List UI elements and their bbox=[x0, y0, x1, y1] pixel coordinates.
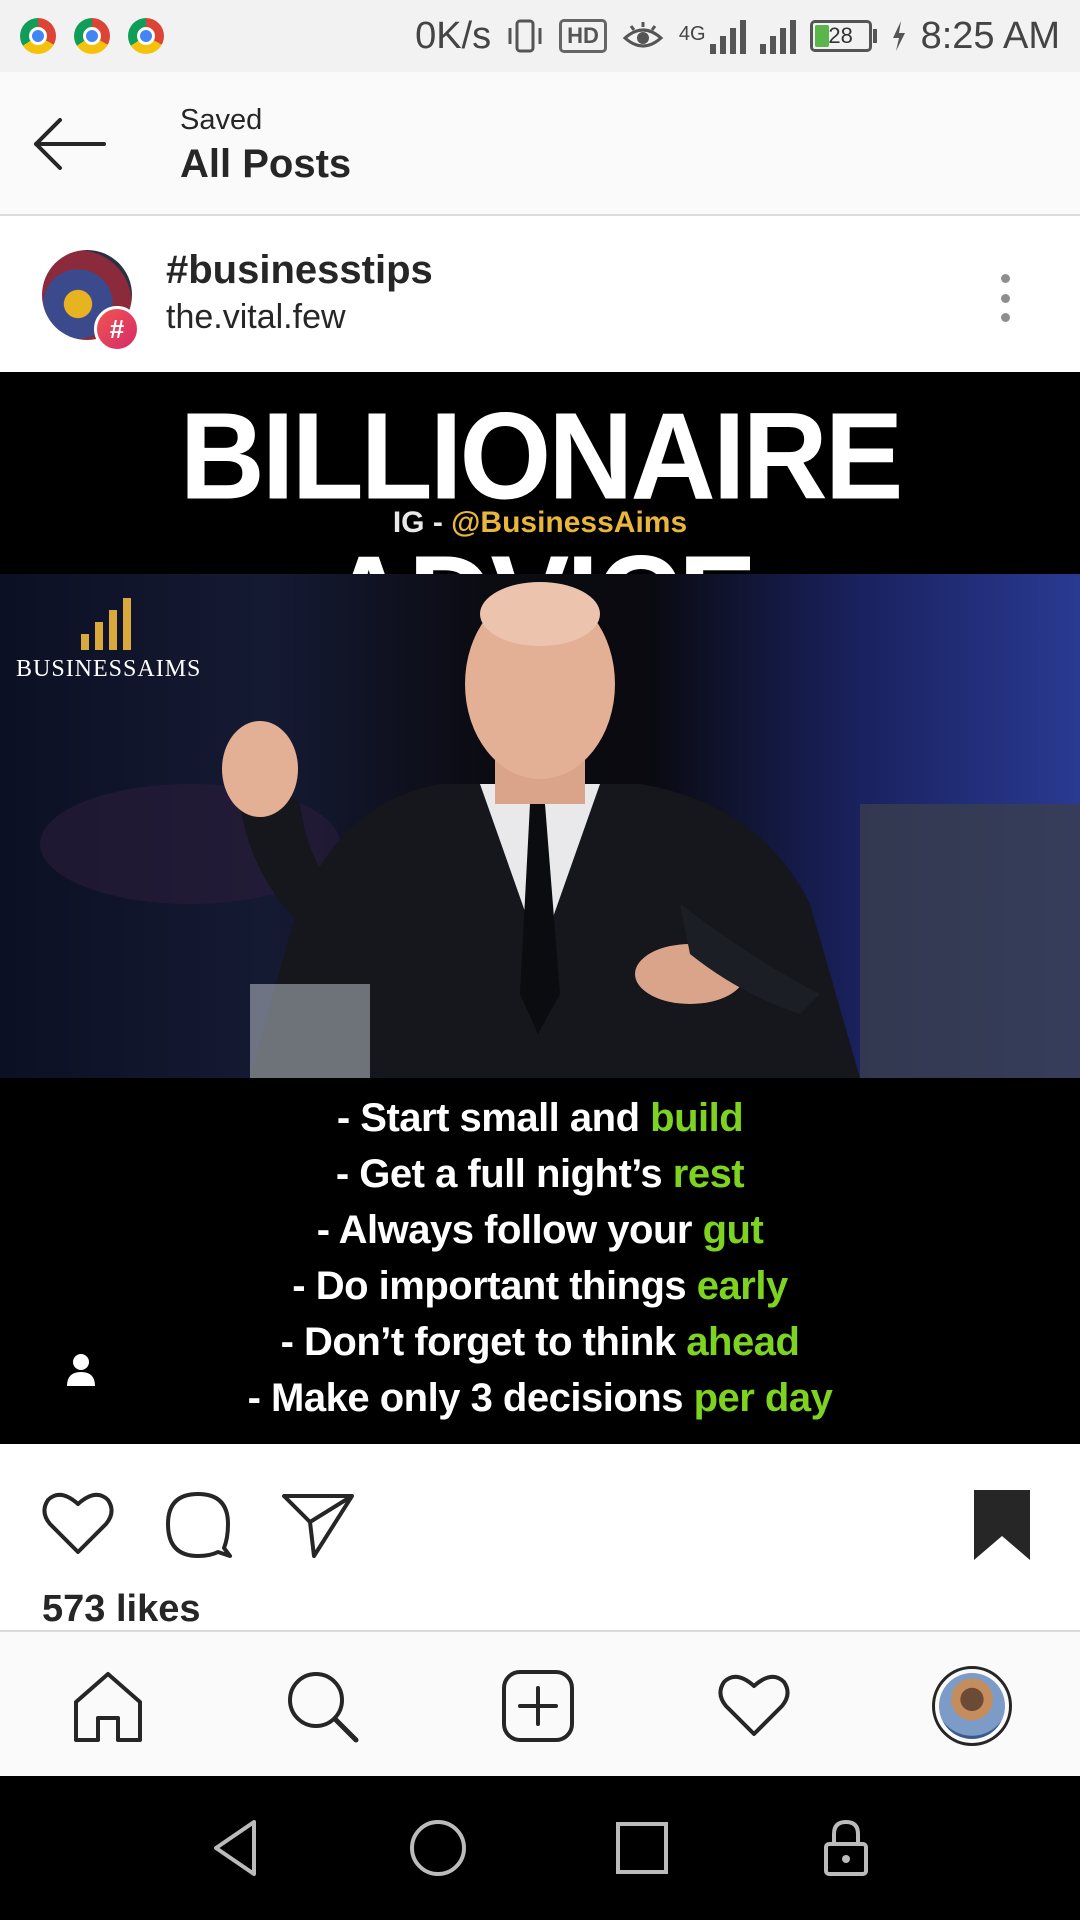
post-hashtag[interactable]: #businesstips bbox=[166, 248, 433, 293]
app-header: Saved All Posts bbox=[0, 72, 1080, 216]
more-options-icon[interactable] bbox=[990, 268, 1020, 328]
signal-icon bbox=[759, 18, 796, 54]
brand-logo-text: BUSINESSAIMS bbox=[16, 656, 202, 682]
post-header: # #businesstips the.vital.few bbox=[0, 218, 1080, 372]
ig-handle: @BusinessAims bbox=[451, 506, 688, 539]
battery-icon: 28 bbox=[809, 20, 877, 52]
system-nav-bar bbox=[0, 1776, 1080, 1920]
home-circle-icon[interactable] bbox=[406, 1816, 470, 1880]
battery-level: 28 bbox=[828, 23, 853, 48]
advice-item: - Start small and build bbox=[336, 1096, 744, 1140]
system-indicators: 0K/s HD 4G 28 8:25 AM bbox=[415, 15, 1060, 58]
status-bar: 0K/s HD 4G 28 8:25 AM bbox=[0, 0, 1080, 72]
tagged-user-icon[interactable] bbox=[66, 1352, 96, 1388]
post-username[interactable]: the.vital.few bbox=[166, 298, 346, 337]
comment-icon[interactable] bbox=[160, 1486, 236, 1562]
back-arrow-icon bbox=[34, 118, 106, 170]
network-type: 4G bbox=[678, 22, 706, 45]
advice-item: - Do important things early bbox=[292, 1264, 788, 1308]
advice-item: - Don’t forget to think ahead bbox=[280, 1320, 800, 1364]
image-photo: BUSINESSAIMS bbox=[0, 574, 1080, 1078]
signal-icon bbox=[709, 18, 746, 54]
back-triangle-icon[interactable] bbox=[206, 1816, 270, 1880]
likes-count[interactable]: 573 likes bbox=[42, 1588, 200, 1631]
hashtag-avatar[interactable]: # bbox=[42, 250, 142, 352]
hashtag-badge-icon: # bbox=[94, 306, 140, 352]
header-subtitle: Saved bbox=[180, 104, 263, 136]
profile-avatar[interactable] bbox=[932, 1666, 1012, 1746]
home-icon[interactable] bbox=[70, 1668, 146, 1744]
heart-icon[interactable] bbox=[716, 1668, 792, 1744]
lock-icon[interactable] bbox=[814, 1816, 878, 1880]
brand-logo: BUSINESSAIMS bbox=[16, 592, 202, 683]
back-button[interactable] bbox=[28, 116, 112, 172]
bottom-nav bbox=[0, 1630, 1080, 1776]
paper-plane-icon[interactable] bbox=[280, 1486, 356, 1562]
heart-icon[interactable] bbox=[40, 1486, 116, 1562]
recents-square-icon[interactable] bbox=[610, 1816, 674, 1880]
image-ig-credit: IG - @BusinessAims bbox=[0, 506, 1080, 540]
post-actions bbox=[0, 1444, 1080, 1590]
page-title: All Posts bbox=[180, 142, 352, 186]
vibrate-icon bbox=[508, 19, 542, 53]
eye-comfort-icon bbox=[622, 22, 664, 48]
bookmark-filled-icon[interactable] bbox=[964, 1486, 1040, 1562]
advice-list: - Start small and build - Get a full nig… bbox=[0, 1090, 1080, 1426]
post-image[interactable]: BILLIONAIRE ADVICE IG - @BusinessAims BU… bbox=[0, 372, 1080, 1444]
notification-icons bbox=[20, 18, 164, 54]
advice-item: - Get a full night’s rest bbox=[335, 1152, 745, 1196]
brand-bars-icon bbox=[16, 592, 196, 650]
search-icon[interactable] bbox=[284, 1668, 360, 1744]
hd-badge: HD bbox=[559, 19, 607, 53]
ig-prefix: IG - bbox=[392, 506, 452, 539]
advice-item: - Make only 3 decisions per day bbox=[247, 1376, 833, 1420]
add-post-icon[interactable] bbox=[500, 1668, 576, 1744]
clock: 8:25 AM bbox=[920, 14, 1060, 57]
charging-icon bbox=[892, 21, 905, 51]
chrome-icon bbox=[74, 18, 110, 54]
network-speed: 0K/s bbox=[415, 14, 492, 57]
advice-item: - Always follow your gut bbox=[316, 1208, 764, 1252]
chrome-icon bbox=[128, 18, 164, 54]
chrome-icon bbox=[20, 18, 56, 54]
